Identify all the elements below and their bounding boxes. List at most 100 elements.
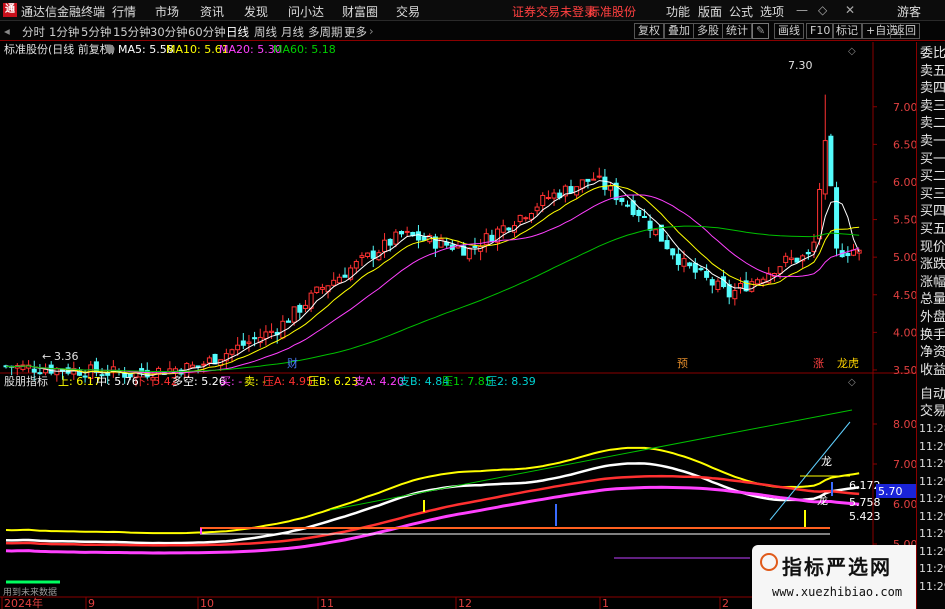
low-arrow-icon: ← [42, 350, 51, 363]
candle-body [805, 251, 811, 255]
tf-monthly[interactable]: 月线 [281, 24, 304, 40]
x-axis-label: 9 [88, 597, 95, 609]
auto-trade-label-1[interactable]: 交易 [920, 403, 945, 420]
restore-icon[interactable]: ◇ [818, 3, 827, 17]
quote-label-12: 涨跌 [920, 257, 945, 273]
candles [3, 94, 862, 387]
marker-cai[interactable]: 财 [287, 356, 298, 370]
candle-body [749, 281, 755, 292]
stock-link[interactable]: 标准股份 [588, 3, 636, 20]
candle-body [342, 274, 348, 278]
menu-item-gongneng[interactable]: 功能 [666, 3, 690, 20]
drawing-pen-icon[interactable]: ✎ [752, 23, 770, 39]
candle-body [777, 266, 783, 274]
value-label-up: 6.172 [849, 479, 881, 492]
fanhui-button[interactable]: 返回 [890, 23, 920, 39]
f10-button[interactable]: F10 [806, 23, 835, 39]
x-axis-label: 2 [722, 597, 729, 609]
huaxian-button[interactable]: 画线 [774, 23, 804, 39]
chevron-right-icon[interactable]: › [369, 24, 374, 38]
ma5-line [5, 180, 860, 376]
menu-item-hangqing[interactable]: 行情 [112, 3, 136, 20]
long-label-2: 龙 [817, 494, 828, 507]
tf-1min[interactable]: 1分钟 [49, 24, 79, 40]
ind-mid-label: 中: 5.76 [96, 375, 139, 388]
trade-time: 11:29 [919, 562, 945, 575]
menu-item-jiaoyi[interactable]: 交易 [396, 3, 420, 20]
app-logo-icon: 通 [3, 3, 17, 17]
tf-5min[interactable]: 5分钟 [81, 24, 111, 40]
tongji-button[interactable]: 统计 [722, 23, 752, 39]
arrow-left-icon[interactable]: ◂ [4, 24, 10, 38]
candle-body [472, 245, 478, 248]
sub-y-axis-label: 6.00 [893, 498, 916, 511]
quote-label-7: 买二 [920, 169, 945, 185]
candle-body [528, 213, 534, 220]
candle-body [319, 286, 325, 290]
menu-item-faxian[interactable]: 发现 [244, 3, 268, 20]
trade-time: 11:29 [919, 527, 945, 540]
sub-chart-title: 股朋指标 [4, 374, 48, 388]
quote-label-4: 卖二 [920, 116, 945, 132]
tf-weekly[interactable]: 周线 [254, 24, 277, 40]
marker-lhb[interactable]: 龙虎 [837, 357, 859, 370]
candle-body [286, 320, 291, 323]
y-axis-label: 6.00 [893, 176, 916, 189]
candle-body [653, 229, 659, 236]
marker-zhang[interactable]: 涨 [813, 357, 824, 370]
candle-body [817, 188, 823, 240]
diamond-icon: ◇ [848, 377, 856, 388]
candle-body [382, 239, 388, 253]
settings-dot-icon[interactable] [105, 44, 115, 54]
guest-label[interactable]: 游客 [897, 3, 921, 20]
candle-body [579, 179, 585, 189]
close-icon[interactable]: ✕ [845, 3, 855, 17]
candle-body [246, 341, 252, 344]
menu-item-gongshi[interactable]: 公式 [729, 3, 753, 20]
candle-body [670, 248, 676, 256]
trade-time: 11:29 [919, 509, 945, 523]
tf-15min[interactable]: 15分钟 [113, 24, 151, 40]
minimize-icon[interactable]: — [796, 3, 808, 17]
tf-more[interactable]: 更多 [344, 24, 367, 40]
candle-body [252, 337, 258, 340]
menu-item-banmian[interactable]: 版面 [698, 3, 722, 20]
candle-body [596, 175, 602, 178]
quote-label-0: 委比 [920, 46, 945, 61]
candle-body [551, 192, 557, 199]
tf-30min[interactable]: 30分钟 [150, 24, 188, 40]
tf-multi[interactable]: 多周期 [308, 24, 343, 40]
x-axis-label: 1 [602, 597, 609, 609]
diejia-button[interactable]: 叠加 [664, 23, 694, 39]
trade-time: 11:29 [919, 579, 945, 593]
trade-time: 11:29 [919, 544, 945, 558]
menu-item-zixun[interactable]: 资讯 [200, 3, 224, 20]
biaoji-button[interactable]: 标记 [832, 23, 862, 39]
fuquan-button[interactable]: 复权 [634, 23, 664, 39]
menu-item-xuanxiang[interactable]: 选项 [760, 3, 784, 20]
candle-body [732, 290, 738, 300]
duogu-button[interactable]: 多股 [693, 23, 723, 39]
quote-label-11: 现价 [920, 239, 945, 255]
main-chart-title: 标准股份(日线 前复权) [4, 42, 115, 56]
quote-label-8: 买三 [920, 186, 945, 202]
tf-60min[interactable]: 60分钟 [188, 24, 226, 40]
trade-time: 11:28 [919, 422, 945, 435]
candle-body [37, 372, 43, 375]
tf-fenshi[interactable]: 分时 [22, 24, 45, 40]
candle-body [545, 196, 551, 199]
auto-trade-label-0[interactable]: 自动 [920, 386, 945, 403]
candle-body [641, 215, 647, 218]
menu-item-wenxiaoda[interactable]: 问小达 [288, 3, 324, 20]
sub-y-axis-label: 7.00 [893, 458, 916, 471]
ind-buy-label: 买: - [220, 375, 242, 388]
menu-item-caifuquan[interactable]: 财富圈 [342, 3, 378, 20]
marker-yu[interactable]: 预 [677, 357, 688, 370]
candle-body [370, 250, 376, 259]
menu-item-shichang[interactable]: 市场 [155, 3, 179, 20]
tf-daily[interactable]: 日线 [226, 24, 249, 40]
candle-body [415, 231, 421, 241]
quote-label-18: 收益 [920, 362, 945, 378]
login-status[interactable]: 证券交易未登录 [512, 3, 596, 20]
kline-chart[interactable]: 7.00 6.50 6.00 5.50 5.00 4.50 4.00 3.50 8.00 7.00… [0, 42, 916, 609]
